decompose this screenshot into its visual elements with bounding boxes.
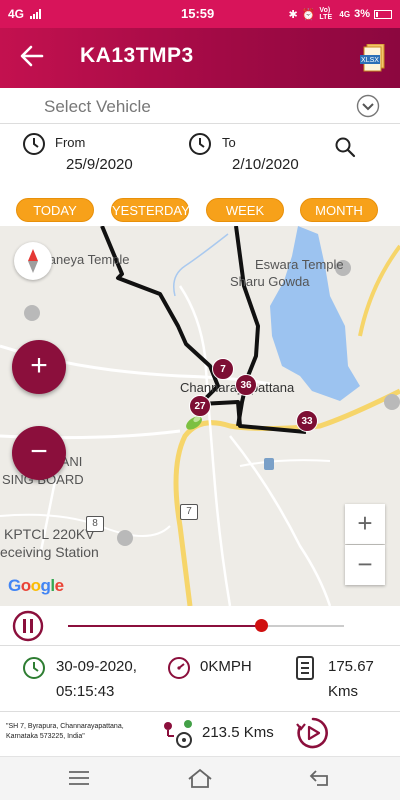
route-shield-7: 7	[180, 504, 198, 520]
playback-thumb[interactable]	[255, 619, 269, 632]
map-zoom-in-button[interactable]: +	[345, 504, 385, 544]
bus-stop-icon	[264, 458, 274, 470]
network-indicator: 4G	[8, 7, 42, 21]
clock-icon	[23, 657, 45, 679]
map-label-kptcl2: eceiving Station	[0, 544, 99, 560]
excel-export-label: XLSX	[361, 57, 379, 64]
today-button[interactable]: TODAY	[16, 198, 94, 222]
date-range: From 25/9/2020 To 2/10/2020	[0, 124, 400, 188]
odometer-unit: Kms	[328, 683, 358, 700]
trip-datetime: 30-09-2020, 05:15:43	[56, 654, 137, 704]
from-date[interactable]: 25/9/2020	[66, 156, 133, 173]
battery-percent: 3%	[354, 8, 370, 20]
to-date[interactable]: 2/10/2020	[232, 156, 299, 173]
vehicle-title: KA13TMP3	[80, 44, 194, 67]
battery-icon	[374, 9, 392, 19]
zoom-in-label: +	[30, 349, 48, 382]
zoom-out-label: −	[30, 435, 48, 468]
status-bar: 4G 15:59 ✱ ⏰ Vo) LTE 4G 3%	[0, 0, 400, 28]
week-button[interactable]: WEEK	[206, 198, 284, 222]
month-button[interactable]: MONTH	[300, 198, 378, 222]
network-type: 4G	[8, 7, 25, 21]
map-pin[interactable]: 7	[212, 358, 234, 380]
speedometer-icon	[168, 657, 190, 679]
odometer-value: 175.67 Kms	[328, 654, 374, 704]
google-logo: Google	[8, 576, 64, 595]
yesterday-button[interactable]: YESTERDAY	[111, 198, 190, 222]
map-zoom-out-button[interactable]: −	[345, 545, 385, 585]
playback-bar	[0, 606, 400, 646]
odometer-icon	[296, 656, 314, 680]
clock-time: 15:59	[181, 6, 215, 21]
map-pin[interactable]: 27	[189, 395, 211, 417]
excel-export-icon[interactable]: XLSX	[360, 44, 386, 72]
route-distance-icon	[164, 720, 192, 748]
compass-icon[interactable]	[14, 242, 52, 280]
back-icon[interactable]	[308, 767, 334, 789]
speed-value: 0KMPH	[200, 658, 252, 675]
signal-icon	[30, 9, 42, 19]
from-clock-icon[interactable]	[22, 132, 46, 156]
lake	[270, 226, 360, 401]
map-pin[interactable]: 36	[235, 374, 257, 396]
system-nav-bar	[0, 756, 400, 800]
playback-slider[interactable]	[68, 619, 344, 632]
address-row: "SH 7, Byrapura, Channarayapattana, Karn…	[0, 712, 400, 756]
map-pin[interactable]: 33	[296, 410, 318, 432]
highway-ne	[358, 244, 400, 337]
bluetooth-icon: ✱	[288, 8, 298, 21]
temple-icon-3	[384, 394, 400, 410]
status-icons: ✱ ⏰ Vo) LTE 4G 3%	[288, 7, 392, 21]
signal2-indicator: 4G	[339, 9, 351, 19]
volte-indicator: Vo) LTE	[319, 7, 333, 21]
from-label: From	[55, 135, 86, 150]
route-shield-8: 8	[86, 516, 104, 532]
to-label: To	[222, 135, 236, 150]
replay-icon[interactable]	[296, 716, 330, 750]
address-text: "SH 7, Byrapura, Channarayapattana, Karn…	[6, 723, 124, 740]
pause-icon[interactable]	[12, 610, 44, 642]
trip-info: 30-09-2020, 05:15:43 0KMPH 175.67 Kms	[0, 646, 400, 712]
trip-date: 30-09-2020,	[56, 658, 137, 675]
search-icon[interactable]	[334, 136, 356, 158]
zoom-out-button[interactable]: −	[12, 426, 66, 480]
map-label-temple2: Eswara Temple	[255, 257, 344, 272]
trip-time: 05:15:43	[56, 683, 115, 700]
to-clock-icon[interactable]	[188, 132, 212, 156]
playback-progress	[68, 625, 262, 627]
total-distance: 213.5 Kms	[202, 724, 274, 741]
map-label-temple2b: Sharu Gowda	[230, 274, 310, 289]
vehicle-select[interactable]: Select Vehicle	[0, 88, 400, 124]
odometer-number: 175.67	[328, 658, 374, 675]
range-buttons: TODAY YESTERDAY WEEK MONTH	[0, 198, 400, 224]
zoom-in-button[interactable]: +	[12, 340, 66, 394]
menu-icon[interactable]	[66, 767, 92, 789]
map-label-kptcl1: KPTCL 220KV	[4, 526, 95, 542]
temple-icon	[24, 305, 40, 321]
map-view[interactable]: Anjaneya Temple Eswara Temple Sharu Gowd…	[0, 226, 400, 606]
alarm-icon: ⏰	[301, 8, 316, 21]
chevron-down-icon[interactable]	[356, 94, 380, 118]
app-bar: KA13TMP3 XLSX	[0, 28, 400, 88]
back-arrow-icon[interactable]	[18, 42, 46, 70]
station-icon	[117, 530, 133, 546]
vehicle-select-placeholder: Select Vehicle	[44, 97, 151, 116]
home-icon[interactable]	[187, 767, 213, 789]
